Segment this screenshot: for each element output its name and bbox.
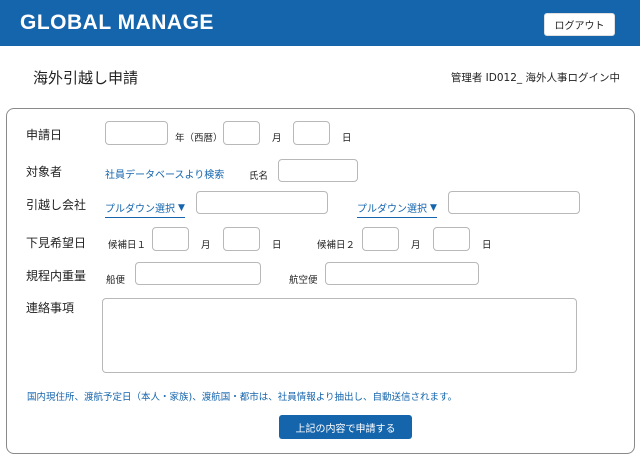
moving-company-dropdown-2[interactable]: プルダウン選択 ▼ [357, 200, 437, 218]
logout-button[interactable]: ログアウト [544, 13, 615, 36]
dropdown-1-label: プルダウン選択 [105, 204, 175, 215]
moving-company-label: 引越し会社 [26, 198, 87, 212]
moving-company-input-1[interactable] [196, 191, 328, 214]
triangle-down-icon: ▼ [178, 202, 185, 213]
weight-label: 規程内重量 [26, 269, 87, 283]
year-label: 年（西暦） [175, 133, 223, 144]
page-title: 海外引越し申請 [33, 69, 139, 87]
ship-weight-input[interactable] [135, 262, 261, 285]
name-input[interactable] [278, 159, 358, 182]
name-label: 氏名 [249, 171, 269, 182]
application-month-input[interactable] [223, 121, 260, 145]
candidate-1-month-label: 月 [201, 240, 211, 251]
target-label: 対象者 [26, 165, 63, 179]
ship-label: 船便 [106, 275, 126, 286]
air-weight-input[interactable] [325, 262, 479, 285]
dropdown-2-label: プルダウン選択 [357, 204, 427, 215]
candidate-1-month-input[interactable] [152, 227, 189, 251]
candidate-2-day-label: 日 [482, 240, 492, 251]
moving-company-dropdown-1[interactable]: プルダウン選択 ▼ [105, 200, 185, 218]
application-day-input[interactable] [293, 121, 330, 145]
application-date-label: 申請日 [26, 128, 63, 142]
candidate-2-month-label: 月 [411, 240, 421, 251]
admin-info: 管理者 ID012_ 海外人事ログイン中 [450, 72, 620, 84]
submit-button[interactable]: 上記の内容で申請する [279, 415, 412, 439]
employee-db-search-link[interactable]: 社員データベースより検索 [105, 166, 224, 181]
preview-date-label: 下見希望日 [26, 236, 87, 250]
application-year-input[interactable] [105, 121, 168, 145]
top-bar: GLOBAL MANAGE ログアウト [0, 0, 640, 46]
month-label: 月 [272, 133, 282, 144]
air-label: 航空便 [289, 275, 318, 286]
candidate-1-label: 候補日１ [108, 240, 147, 251]
candidate-1-day-input[interactable] [223, 227, 260, 251]
candidate-2-label: 候補日２ [317, 240, 356, 251]
moving-company-input-2[interactable] [448, 191, 580, 214]
candidate-2-day-input[interactable] [433, 227, 470, 251]
notes-label: 連絡事項 [26, 301, 75, 315]
candidate-2-month-input[interactable] [362, 227, 399, 251]
brand-logo: GLOBAL MANAGE [20, 11, 214, 34]
candidate-1-day-label: 日 [272, 240, 282, 251]
notes-textarea[interactable] [102, 298, 577, 373]
triangle-down-icon: ▼ [430, 202, 437, 213]
day-label: 日 [342, 133, 352, 144]
info-note: 国内現住所、渡航予定日（本人・家族)、渡航国・都市は、社員情報より抽出し、自動送… [27, 392, 458, 403]
